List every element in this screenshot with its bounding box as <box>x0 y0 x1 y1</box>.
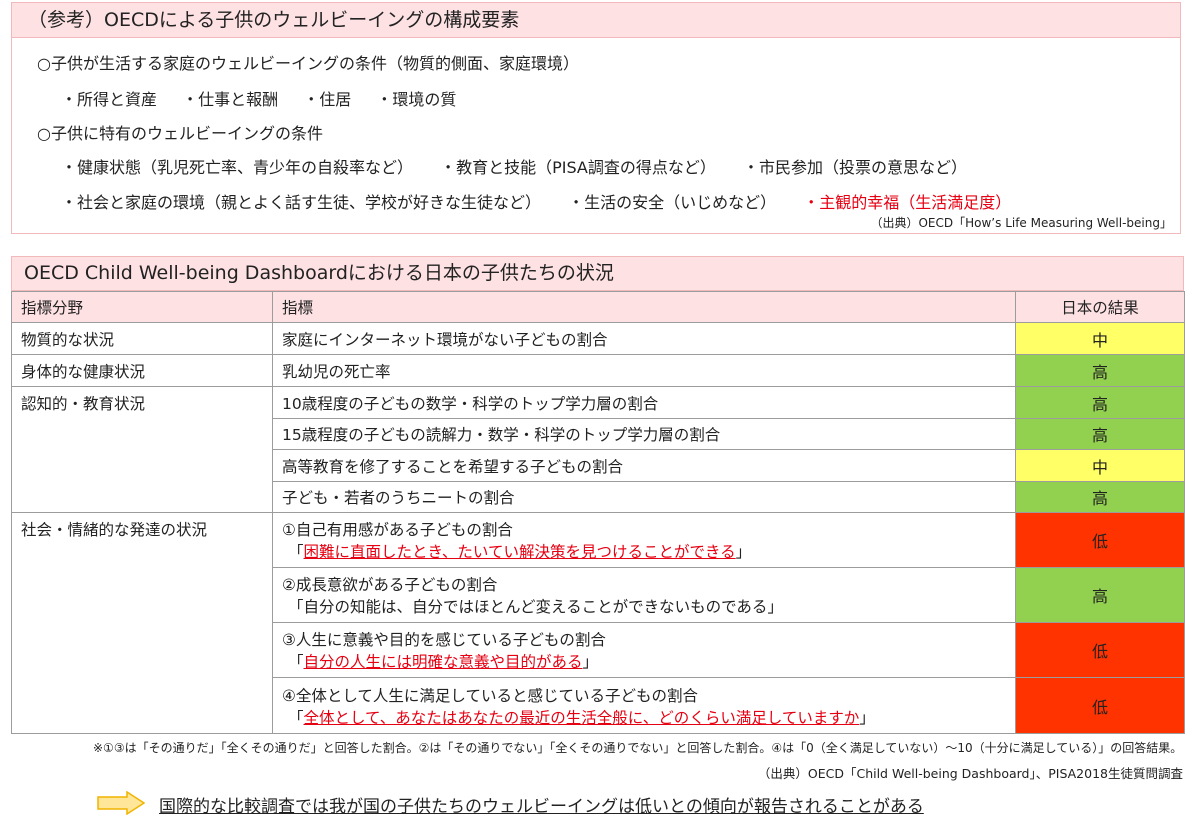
survey-question: 「自分の知能は、自分ではほとんど変えることができないものである」 <box>282 595 1015 617</box>
indicator-cell: ①自己有用感がある子どもの割合 「困難に直面したとき、たいてい解決策を見つけるこ… <box>272 512 1016 568</box>
indicator-cell: 10歳程度の子どもの数学・科学のトップ学力層の割合 <box>272 386 1016 419</box>
family-conditions-heading: ○子供が生活する家庭のウェルビーイングの条件（物質的側面、家庭環境） <box>37 54 579 73</box>
survey-question: 「自分の人生には明確な意義や目的がある」 <box>282 650 1015 672</box>
result-cell: 低 <box>1015 622 1185 678</box>
result-cell: 中 <box>1015 449 1185 482</box>
footnote: ※①③は「その通りだ」「全くその通りだ」と回答した割合。②は「その通りでない」「… <box>93 741 1183 755</box>
indicator-cell: 家庭にインターネット環境がない子どもの割合 <box>272 322 1016 355</box>
table-row: 身体的な健康状況 乳幼児の死亡率 高 <box>11 354 1185 387</box>
arrow-right-icon <box>97 791 145 815</box>
item-work: ・仕事と報酬 <box>182 90 279 109</box>
quote-text: 自分の人生には明確な意義や目的がある <box>303 653 583 671</box>
item-income: ・所得と資産 <box>61 90 158 109</box>
table-row: 物質的な状況 家庭にインターネット環境がない子どもの割合 中 <box>11 322 1185 355</box>
category-cell: 物質的な状況 <box>11 322 273 355</box>
header-result: 日本の結果 <box>1015 291 1185 323</box>
category-cell: 身体的な健康状況 <box>11 354 273 387</box>
indicator-cell: 子ども・若者のうちニートの割合 <box>272 481 1016 513</box>
oecd-components-box: （参考）OECDによる子供のウェルビーイングの構成要素 ○子供が生活する家庭のウ… <box>11 2 1181 234</box>
child-conditions-row-2: ・社会と家庭の環境（親とよく話す生徒、学校が好きな生徒など） ・生活の安全（いじ… <box>61 189 1011 213</box>
table-row: 社会・情緒的な発達の状況 ①自己有用感がある子どもの割合 「困難に直面したとき、… <box>11 512 1185 734</box>
indicator-cell: 乳幼児の死亡率 <box>272 354 1016 387</box>
dashboard-title: OECD Child Well-being Dashboardにおける日本の子供… <box>11 256 1184 291</box>
indicator-cell: ④全体として人生に満足していると感じている子どもの割合 「全体として、あなたはあ… <box>272 677 1016 734</box>
quote-open: 「 <box>288 543 304 561</box>
child-conditions-row-1: ・健康状態（乳児死亡率、青少年の自殺率など） ・教育と技能（PISA調査の得点な… <box>61 154 967 178</box>
header-category: 指標分野 <box>11 291 273 323</box>
table-row: 認知的・教育状況 10歳程度の子どもの数学・科学のトップ学力層の割合 高 <box>11 386 1185 513</box>
result-cell: 高 <box>1015 386 1185 419</box>
child-conditions-heading: ○子供に特有のウェルビーイングの条件 <box>37 124 323 143</box>
quote-close: 」 <box>767 598 783 616</box>
quote-open: 「 <box>288 708 304 727</box>
dashboard-source: （出典）OECD「Child Well-being Dashboard」、PIS… <box>757 766 1183 781</box>
result-cell: 高 <box>1015 418 1185 450</box>
result-cell: 高 <box>1015 567 1185 623</box>
family-conditions-list: ・所得と資産 ・仕事と報酬 ・住居 ・環境の質 <box>61 86 456 110</box>
components-title: （参考）OECDによる子供のウェルビーイングの構成要素 <box>12 3 1180 38</box>
item-social: ・社会と家庭の環境（親とよく話す生徒、学校が好きな生徒など） <box>61 193 542 212</box>
category-cell: 社会・情緒的な発達の状況 <box>11 512 273 734</box>
table-header-row: 指標分野 指標 日本の結果 <box>11 291 1185 323</box>
dashboard-table: 指標分野 指標 日本の結果 物質的な状況 家庭にインターネット環境がない子どもの… <box>11 291 1185 734</box>
conclusion-text: 国際的な比較調査では我が国の子供たちのウェルビーイングは低いとの傾向が報告される… <box>159 797 924 817</box>
quote-text: 全体として、あなたはあなたの最近の生活全般に、どのくらい満足していますか <box>303 708 860 727</box>
quote-text: 自分の知能は、自分ではほとんど変えることができないものである <box>303 598 768 616</box>
result-cell: 中 <box>1015 322 1185 355</box>
result-cell: 低 <box>1015 677 1185 734</box>
indicator-title: ①自己有用感がある子どもの割合 <box>282 521 513 539</box>
result-cell: 高 <box>1015 354 1185 387</box>
item-civic: ・市民参加（投票の意思など） <box>742 158 967 177</box>
components-source: （出典）OECD「How’s Life Measuring Well-being… <box>870 216 1172 230</box>
quote-close: 」 <box>735 543 752 561</box>
survey-question: 「全体として、あなたはあなたの最近の生活全般に、どのくらい満足していますか」 <box>282 706 1015 728</box>
indicator-title: ②成長意欲がある子どもの割合 <box>282 576 498 594</box>
item-education: ・教育と技能（PISA調査の得点など） <box>440 158 716 177</box>
quote-open: 「 <box>288 598 304 616</box>
survey-question: 「困難に直面したとき、たいてい解決策を見つけることができる」 <box>282 540 1015 562</box>
quote-close: 」 <box>859 708 875 727</box>
indicator-cell: ②成長意欲がある子どもの割合 「自分の知能は、自分ではほとんど変えることができな… <box>272 567 1016 623</box>
item-subjective-wellbeing: ・主観的幸福（生活満足度） <box>803 193 1012 212</box>
item-environment: ・環境の質 <box>376 90 457 109</box>
category-cell: 認知的・教育状況 <box>11 386 273 513</box>
result-cell: 低 <box>1015 512 1185 568</box>
indicator-cell: 高等教育を修了することを希望する子どもの割合 <box>272 449 1016 482</box>
item-health: ・健康状態（乳児死亡率、青少年の自殺率など） <box>61 158 414 177</box>
result-cell: 高 <box>1015 481 1185 513</box>
indicator-cell: ③人生に意義や目的を感じている子どもの割合 「自分の人生には明確な意義や目的があ… <box>272 622 1016 678</box>
item-housing: ・住居 <box>303 90 352 109</box>
header-indicator: 指標 <box>272 291 1016 323</box>
quote-open: 「 <box>288 653 304 671</box>
item-safety: ・生活の安全（いじめなど） <box>568 193 777 212</box>
quote-close: 」 <box>582 653 599 671</box>
indicator-title: ④全体として人生に満足していると感じている子どもの割合 <box>282 686 698 705</box>
indicator-cell: 15歳程度の子どもの読解力・数学・科学のトップ学力層の割合 <box>272 418 1016 450</box>
indicator-title: ③人生に意義や目的を感じている子どもの割合 <box>282 631 606 649</box>
quote-text: 困難に直面したとき、たいてい解決策を見つけることができる <box>303 543 736 561</box>
